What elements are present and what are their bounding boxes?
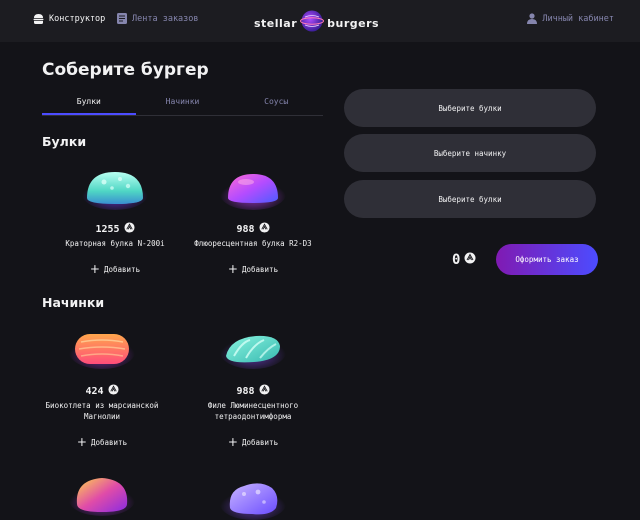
patty-orange-image: [69, 328, 135, 370]
order-total: 0: [452, 252, 476, 268]
currency-icon: [258, 384, 270, 398]
tab-buns[interactable]: Булки: [42, 92, 136, 115]
tab-sauces[interactable]: Соусы: [229, 92, 323, 115]
cheese-violet-image: [220, 478, 286, 520]
burger-icon: [33, 13, 44, 24]
list-icon: [116, 13, 127, 24]
nav-feed-link[interactable]: Лента заказов: [116, 13, 199, 24]
price-value: 988: [236, 385, 255, 397]
profile-icon: [526, 13, 537, 24]
ingredient-card[interactable]: 988 Флюоресцентная булка R2-D3 + Добавит…: [187, 168, 319, 280]
slot-label: Выберите булки: [438, 103, 502, 113]
price: 424: [36, 384, 168, 398]
section-title-fillings: Начинки: [42, 295, 105, 310]
page-title: Соберите бургер: [42, 60, 209, 80]
add-button[interactable]: + Добавить: [187, 435, 319, 449]
planet-logo-icon: [300, 9, 325, 37]
section-title-buns: Булки: [42, 134, 87, 149]
add-label: Добавить: [90, 437, 128, 447]
plus-icon: +: [227, 262, 238, 276]
nav-constructor-link[interactable]: Конструктор: [33, 13, 105, 24]
add-label: Добавить: [103, 264, 141, 274]
currency-icon: [107, 384, 119, 398]
fish-fillet-image: [220, 328, 286, 370]
ingredient-card[interactable]: 988 Филе Люминесцентного тетраодонтимфор…: [187, 328, 319, 454]
ingredient-name: Биокотлета из марсианской Магнолии: [45, 401, 159, 421]
place-order-button[interactable]: Оформить заказ: [496, 244, 598, 275]
nav-account-label: Личный кабинет: [542, 13, 614, 24]
ingredient-card[interactable]: [36, 474, 168, 520]
bun-top-slot[interactable]: Выберите булки: [344, 89, 596, 127]
nav-account-link[interactable]: Личный кабинет: [526, 13, 614, 24]
plus-icon: +: [227, 435, 238, 449]
bun-purple-image: [220, 168, 286, 210]
ingredient-card[interactable]: 424 Биокотлета из марсианской Магнолии +…: [36, 328, 168, 454]
ingredient-name: Филе Люминесцентного тетраодонтимформа: [207, 401, 299, 421]
currency-icon: [464, 252, 476, 268]
ingredient-tabs: Булки Начинки Соусы: [42, 92, 323, 116]
price: 988: [187, 384, 319, 398]
tab-fillings[interactable]: Начинки: [136, 92, 230, 115]
bun-teal-image: [82, 168, 148, 210]
total-value: 0: [452, 252, 461, 268]
ingredient-name: Краторная булка N-200i: [65, 239, 165, 248]
stellar-burgers-logo[interactable]: stellar burgers: [254, 9, 379, 37]
bun-bottom-slot[interactable]: Выберите булки: [344, 180, 596, 218]
currency-icon: [124, 222, 135, 236]
price: 988: [187, 222, 319, 236]
slot-label: Выберите булки: [438, 194, 502, 204]
plus-icon: +: [89, 262, 100, 276]
currency-icon: [258, 222, 270, 236]
price-value: 988: [236, 223, 255, 235]
add-label: Добавить: [241, 437, 279, 447]
price-value: 1255: [95, 223, 120, 235]
nav-feed-label: Лента заказов: [132, 13, 199, 24]
sauce-gold-image: [69, 474, 135, 516]
ingredient-card[interactable]: [187, 478, 319, 520]
price: 1255: [49, 222, 181, 236]
logo-text-right: burgers: [327, 16, 380, 30]
add-button[interactable]: + Добавить: [49, 262, 181, 276]
nav-constructor-label: Конструктор: [49, 13, 106, 24]
add-button[interactable]: + Добавить: [36, 435, 168, 449]
ingredient-card[interactable]: 1255 Краторная булка N-200i + Добавить: [49, 168, 181, 280]
add-label: Добавить: [241, 264, 279, 274]
price-value: 424: [85, 385, 104, 397]
logo-text-left: stellar: [254, 16, 298, 30]
plus-icon: +: [76, 435, 87, 449]
app-header: Конструктор Лента заказов stellar burger…: [0, 0, 640, 42]
add-button[interactable]: + Добавить: [187, 262, 319, 276]
ingredient-name: Флюоресцентная булка R2-D3: [194, 239, 312, 248]
filling-slot[interactable]: Выберите начинку: [344, 134, 596, 172]
slot-label: Выберите начинку: [433, 148, 507, 158]
